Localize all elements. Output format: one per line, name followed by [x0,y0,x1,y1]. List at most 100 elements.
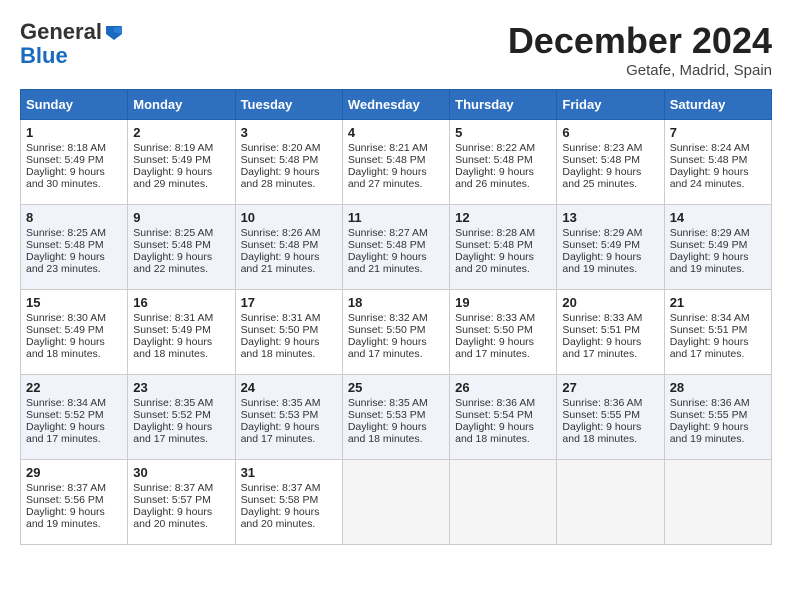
cell-line: Daylight: 9 hours [562,336,658,348]
cell-line: and 18 minutes. [133,348,229,360]
cell-line: Sunset: 5:53 PM [241,409,337,421]
cell-line: Daylight: 9 hours [562,421,658,433]
cell-line: Daylight: 9 hours [133,251,229,263]
cell-line: Sunrise: 8:37 AM [133,482,229,494]
cell-line: and 24 minutes. [670,178,766,190]
table-cell: 3Sunrise: 8:20 AMSunset: 5:48 PMDaylight… [235,120,342,205]
calendar-table: Sunday Monday Tuesday Wednesday Thursday… [20,89,772,545]
table-cell: 26Sunrise: 8:36 AMSunset: 5:54 PMDayligh… [450,375,557,460]
cell-line: and 18 minutes. [26,348,122,360]
cell-line: and 17 minutes. [348,348,444,360]
cell-line: Daylight: 9 hours [26,251,122,263]
cell-line: and 21 minutes. [241,263,337,275]
cell-line: Daylight: 9 hours [455,251,551,263]
day-number: 25 [348,380,444,395]
col-friday: Friday [557,90,664,120]
page-header: General Blue December 2024 Getafe, Madri… [20,20,772,79]
cell-line: Daylight: 9 hours [455,336,551,348]
cell-line: and 27 minutes. [348,178,444,190]
table-cell: 4Sunrise: 8:21 AMSunset: 5:48 PMDaylight… [342,120,449,205]
table-cell: 23Sunrise: 8:35 AMSunset: 5:52 PMDayligh… [128,375,235,460]
logo-icon [104,22,124,42]
cell-line: Sunrise: 8:35 AM [348,397,444,409]
table-cell: 7Sunrise: 8:24 AMSunset: 5:48 PMDaylight… [664,120,771,205]
table-cell: 17Sunrise: 8:31 AMSunset: 5:50 PMDayligh… [235,290,342,375]
day-number: 23 [133,380,229,395]
cell-line: Daylight: 9 hours [133,506,229,518]
cell-line: Sunrise: 8:21 AM [348,142,444,154]
cell-line: Sunset: 5:48 PM [241,239,337,251]
cell-line: Sunrise: 8:29 AM [670,227,766,239]
cell-line: Sunrise: 8:29 AM [562,227,658,239]
cell-line: Sunset: 5:52 PM [26,409,122,421]
cell-line: Sunrise: 8:34 AM [26,397,122,409]
cell-line: Daylight: 9 hours [670,421,766,433]
day-number: 26 [455,380,551,395]
cell-line: Sunrise: 8:31 AM [241,312,337,324]
table-cell [450,460,557,545]
cell-line: Daylight: 9 hours [562,251,658,263]
cell-line: and 22 minutes. [133,263,229,275]
cell-line: Sunset: 5:52 PM [133,409,229,421]
cell-line: Sunrise: 8:36 AM [562,397,658,409]
cell-line: Daylight: 9 hours [241,506,337,518]
day-number: 14 [670,210,766,225]
table-cell: 16Sunrise: 8:31 AMSunset: 5:49 PMDayligh… [128,290,235,375]
cell-line: Sunset: 5:50 PM [348,324,444,336]
cell-line: Sunset: 5:48 PM [562,154,658,166]
title-block: December 2024 Getafe, Madrid, Spain [508,20,772,79]
day-number: 19 [455,295,551,310]
cell-line: Sunrise: 8:20 AM [241,142,337,154]
cell-line: Daylight: 9 hours [241,251,337,263]
cell-line: Sunrise: 8:36 AM [670,397,766,409]
cell-line: Sunset: 5:57 PM [133,494,229,506]
cell-line: and 17 minutes. [455,348,551,360]
cell-line: Sunrise: 8:37 AM [241,482,337,494]
cell-line: Sunrise: 8:22 AM [455,142,551,154]
col-saturday: Saturday [664,90,771,120]
cell-line: Daylight: 9 hours [26,421,122,433]
table-cell: 5Sunrise: 8:22 AMSunset: 5:48 PMDaylight… [450,120,557,205]
day-number: 15 [26,295,122,310]
cell-line: Sunset: 5:55 PM [562,409,658,421]
day-number: 24 [241,380,337,395]
cell-line: and 18 minutes. [562,433,658,445]
day-number: 3 [241,125,337,140]
col-wednesday: Wednesday [342,90,449,120]
cell-line: Daylight: 9 hours [241,421,337,433]
cell-line: Sunset: 5:48 PM [26,239,122,251]
day-number: 7 [670,125,766,140]
table-cell: 18 Sunrise: 8:32 AMSunset: 5:50 PMDayligh… [342,290,449,375]
table-cell: 30Sunrise: 8:37 AMSunset: 5:57 PMDayligh… [128,460,235,545]
cell-line: and 20 minutes. [455,263,551,275]
cell-line: Sunset: 5:49 PM [26,154,122,166]
calendar-week-row: 15Sunrise: 8:30 AMSunset: 5:49 PMDayligh… [21,290,772,375]
calendar-week-row: 8Sunrise: 8:25 AMSunset: 5:48 PMDaylight… [21,205,772,290]
col-sunday: Sunday [21,90,128,120]
cell-line: Sunset: 5:58 PM [241,494,337,506]
cell-line: and 19 minutes. [26,518,122,530]
cell-line: Daylight: 9 hours [670,251,766,263]
cell-line: Sunset: 5:49 PM [562,239,658,251]
cell-line: Sunset: 5:51 PM [670,324,766,336]
cell-line: Sunset: 5:49 PM [133,324,229,336]
logo: General Blue [20,20,124,68]
table-cell: 20Sunrise: 8:33 AMSunset: 5:51 PMDayligh… [557,290,664,375]
table-cell: 1Sunrise: 8:18 AMSunset: 5:49 PMDaylight… [21,120,128,205]
cell-line: Sunset: 5:49 PM [670,239,766,251]
cell-line: Sunset: 5:56 PM [26,494,122,506]
cell-line: Sunset: 5:54 PM [455,409,551,421]
cell-line: Daylight: 9 hours [562,166,658,178]
month-title: December 2024 [508,20,772,62]
cell-line: Sunrise: 8:32 AM [348,312,444,324]
cell-line: and 17 minutes. [26,433,122,445]
cell-line: and 17 minutes. [133,433,229,445]
col-tuesday: Tuesday [235,90,342,120]
cell-line: and 28 minutes. [241,178,337,190]
cell-line: Daylight: 9 hours [348,336,444,348]
table-cell: 10Sunrise: 8:26 AMSunset: 5:48 PMDayligh… [235,205,342,290]
cell-line: Sunrise: 8:19 AM [133,142,229,154]
table-cell: 12Sunrise: 8:28 AMSunset: 5:48 PMDayligh… [450,205,557,290]
day-number: 18 [348,295,444,310]
cell-line: Sunrise: 8:35 AM [241,397,337,409]
